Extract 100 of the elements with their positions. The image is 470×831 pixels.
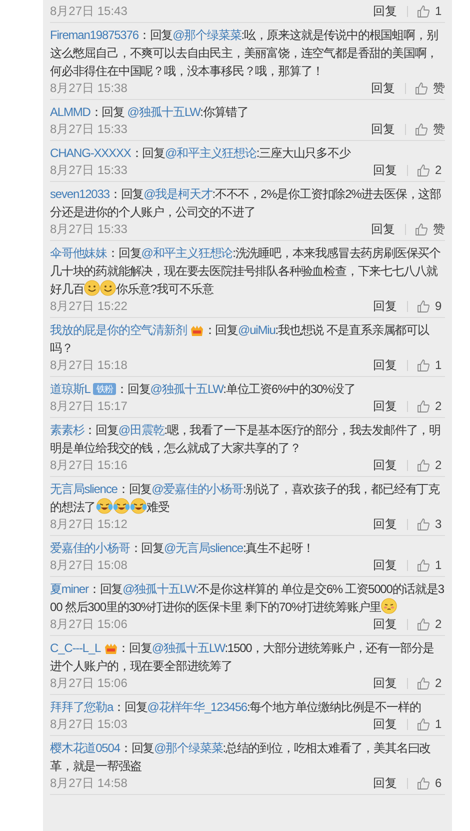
username-link[interactable]: 道琼斯L <box>50 382 90 396</box>
comment-text: Fireman19875376：回复@那个绿菜菜:吆，原来这就是传说中的根国蛆啊，别这么憋屈自己，不爽可以去自由民主，美丽富饶，连空气都是香甜的美国啊，何必非得住在中国呢？哦，没本事移民？哦，那算了！ <box>50 27 439 80</box>
reply-button[interactable]: 回复 <box>373 457 397 474</box>
comment-time: 8月27日 15:08 <box>50 557 128 574</box>
thumbs-up-icon <box>417 559 430 572</box>
mention-link[interactable]: @独孤十五LW <box>122 582 196 596</box>
like-button[interactable]: 2 <box>417 398 445 415</box>
thumbs-up-icon <box>417 618 430 631</box>
mention-link[interactable]: @花样年华_123456 <box>147 700 247 714</box>
thumbs-up-icon <box>417 300 430 313</box>
mention-link[interactable]: @那个绿菜菜 <box>172 28 242 42</box>
username-link[interactable]: CHANG-XXXXX <box>50 146 131 160</box>
mention-link[interactable]: @无言局slience <box>164 541 243 555</box>
reply-button[interactable]: 回复 <box>373 357 397 374</box>
reply-button[interactable]: 回复 <box>371 121 395 138</box>
thumbs-up-icon <box>417 718 430 731</box>
comment-time: 8月27日 15:33 <box>50 221 128 238</box>
like-button[interactable]: 赞 <box>415 80 445 97</box>
thumbs-up-icon <box>415 223 428 236</box>
comment-text: 拜拜了您勒a：回复@花样年华_123456:每个地方单位缴纳比例是不一样的 <box>50 699 422 716</box>
comment-text: 伞哥他妹妹：回复@和平主义狂想论:洗洗睡吧，本来我感冒去药房刷医保买个几十块的药就能解决，现在要去医院挂号排队各种验血检查，下来七七八八就好几百 你乐意?我可不乐意 <box>50 245 442 298</box>
laugh-cry-emoji-icon <box>130 498 147 514</box>
mention-link[interactable]: @田震乾 <box>118 423 164 437</box>
comment-time: 8月27日 15:22 <box>50 298 128 315</box>
thumbs-up-icon <box>417 459 430 472</box>
username-link[interactable]: seven12033 <box>50 187 110 201</box>
mention-link[interactable]: @独孤十五LW <box>150 382 224 396</box>
comment-time: 8月27日 14:58 <box>50 775 128 792</box>
comment-text: 夏miner：回复@独孤十五LW:不是你这样算的 单位是交6% 工资5000的话就是300 然后300里的30%打进你的医保卡里 剩下的70%打进统筹账户里 <box>50 581 445 616</box>
comment-text: C_C---L_L ：回复@独孤十五LW:1500，大部分进统筹账户，还有一部分是进个人账户的，现在要全部进统筹了 <box>50 640 436 675</box>
comment-text: 我放的屁是你的空气清新剂 ：回复@uiMiu:我也想说 不是直系亲属都可以吗？ <box>50 322 430 357</box>
reply-button[interactable]: 回复 <box>371 80 395 97</box>
reply-button[interactable]: 回复 <box>373 557 397 574</box>
like-button[interactable]: 1 <box>417 3 445 20</box>
comment-text: seven12033：回复@我是柯天才:不不不，2%是你工资扣除2%进去医保，这部分还是进你的个人账户，公司交的不进了 <box>50 186 442 221</box>
reply-button[interactable]: 回复 <box>373 298 397 315</box>
comment-time: 8月27日 15:18 <box>50 357 128 374</box>
username-link[interactable]: 伞哥他妹妹 <box>50 246 108 260</box>
comment-text: 素素杉：回复@田震乾:嗯，我看了一下是基本医疗的部分，我去发邮件了，明明是单位给我交的钱，怎么就成了大家共享的了？ <box>50 422 442 457</box>
reply-button[interactable]: 回复 <box>371 221 395 238</box>
comment-time: 8月27日 15:06 <box>50 616 128 633</box>
reply-button[interactable]: 回复 <box>373 516 397 533</box>
reply-button[interactable]: 回复 <box>373 398 397 415</box>
like-button[interactable]: 3 <box>417 516 445 533</box>
username-link[interactable]: 樱木花道0504 <box>50 741 120 755</box>
like-button[interactable]: 9 <box>417 298 445 315</box>
like-button[interactable]: 1 <box>417 357 445 374</box>
comment-time: 8月27日 15:06 <box>50 675 128 692</box>
laugh-cry-emoji-icon <box>112 498 130 514</box>
comment-text: 道琼斯L 铁粉 ：回复@独孤十五LW:单位工资6%中的30%没了 <box>50 381 356 398</box>
comment-text: 樱木花道0504：回复@那个绿菜菜:总结的到位，吃相太难看了，美其名曰改革，就是一帮强盗 <box>50 740 432 775</box>
comment-text: ALMMD：回复 @独孤十五LW:你算错了 <box>50 104 250 121</box>
reply-button[interactable]: 回复 <box>373 775 397 792</box>
like-button[interactable]: 1 <box>417 557 445 574</box>
laugh-cry-emoji-icon <box>96 498 113 514</box>
mention-link[interactable]: @那个绿菜菜 <box>154 741 223 755</box>
like-button[interactable]: 赞 <box>415 221 445 238</box>
smile-emoji-icon <box>100 280 116 296</box>
thumbs-up-icon <box>415 82 428 95</box>
thumbs-up-icon <box>417 5 430 18</box>
comment-time: 8月27日 15:03 <box>50 716 128 733</box>
smile-emoji-icon <box>84 280 100 296</box>
thumbs-up-icon <box>417 359 430 372</box>
like-button[interactable]: 6 <box>417 775 445 792</box>
username-link[interactable]: 爱嘉佳的小杨哥 <box>50 541 130 555</box>
thumbs-up-icon <box>417 400 430 413</box>
thumbs-up-icon <box>417 777 430 790</box>
like-button[interactable]: 2 <box>417 457 445 474</box>
mention-link[interactable]: @独孤十五LW <box>127 105 200 119</box>
username-link[interactable]: 夏miner <box>50 582 88 596</box>
username-link[interactable]: 拜拜了您勒a <box>50 700 114 714</box>
mention-link[interactable]: @和平主义狂想论 <box>141 246 233 260</box>
username-link[interactable]: 我放的屁是你的空气清新剂 <box>50 323 187 337</box>
like-button[interactable]: 2 <box>417 675 445 692</box>
like-button[interactable]: 2 <box>417 616 445 633</box>
username-link[interactable]: C_C---L_L <box>50 641 101 655</box>
mention-link[interactable]: @和平主义狂想论 <box>164 146 256 160</box>
username-link[interactable]: ALMMD <box>50 105 90 119</box>
like-button[interactable]: 赞 <box>415 121 445 138</box>
comment-time: 8月27日 15:16 <box>50 457 128 474</box>
username-link[interactable]: Fireman19875376 <box>50 28 138 42</box>
thumbs-up-icon <box>415 123 428 136</box>
like-button[interactable]: 2 <box>417 162 445 179</box>
thumbs-up-icon <box>417 677 430 690</box>
mention-link[interactable]: @独孤十五LW <box>152 641 225 655</box>
username-link[interactable]: 无言局slience <box>50 482 118 496</box>
username-link[interactable]: 素素杉 <box>50 423 84 437</box>
reply-button[interactable]: 回复 <box>373 675 397 692</box>
comment-time: 8月27日 15:33 <box>50 162 128 179</box>
comment-text: 爱嘉佳的小杨哥：回复@无言局slience:真生不起呀！ <box>50 540 316 557</box>
mention-link[interactable]: @我是柯天才 <box>144 187 212 201</box>
reply-button[interactable]: 回复 <box>373 3 397 20</box>
mention-link[interactable]: @uiMiu <box>238 323 276 337</box>
like-button[interactable]: 1 <box>417 716 445 733</box>
reply-button[interactable]: 回复 <box>373 716 397 733</box>
reply-button[interactable]: 回复 <box>373 616 397 633</box>
comment-time: 8月27日 15:43 <box>50 3 128 20</box>
comment-time: 8月27日 15:33 <box>50 121 128 138</box>
reply-button[interactable]: 回复 <box>373 162 397 179</box>
mention-link[interactable]: @爱嘉佳的小杨哥 <box>152 482 243 496</box>
